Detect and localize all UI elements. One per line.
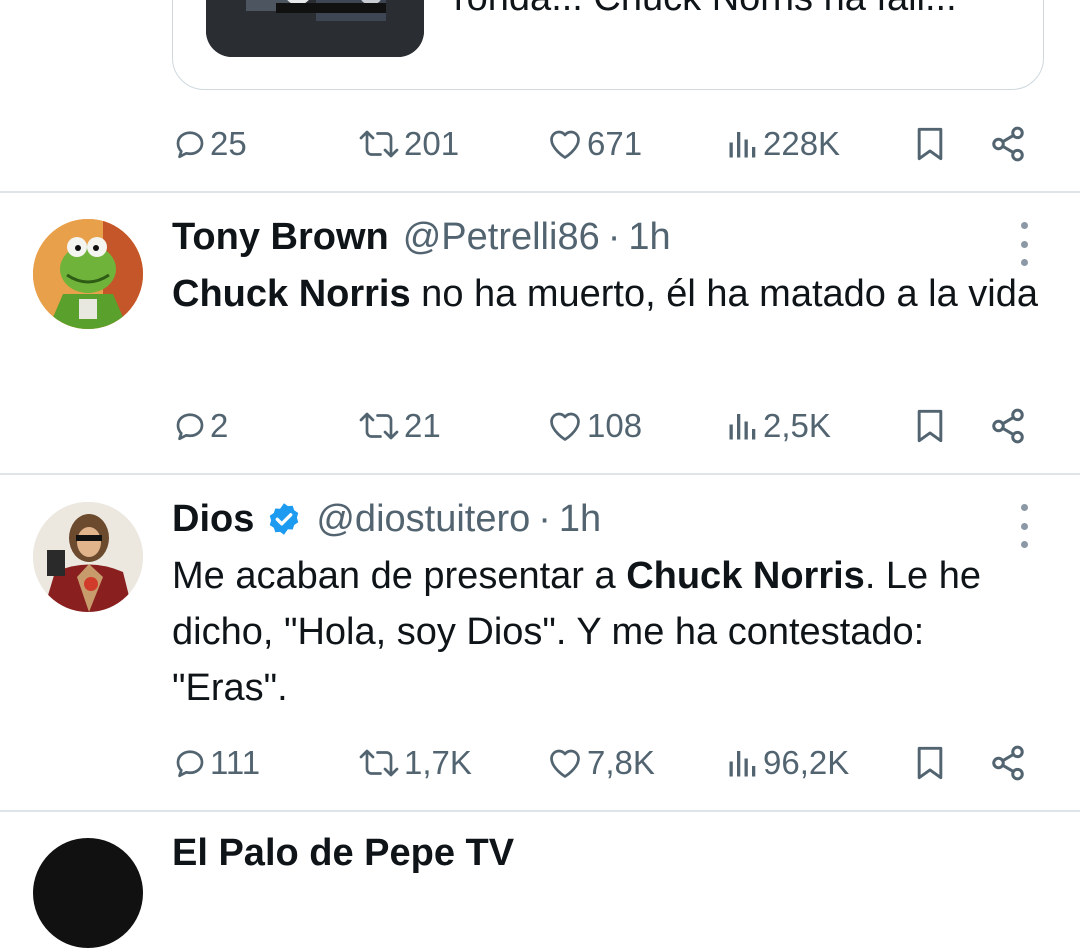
reply-count: 2 [210, 407, 229, 444]
divider [0, 473, 1080, 475]
bookmark-button[interactable] [908, 400, 952, 452]
reply-count: 25 [210, 125, 247, 162]
share-icon [992, 126, 1024, 162]
display-name[interactable]: El Palo de Pepe TV [172, 832, 514, 875]
like-count: 7,8K [587, 744, 655, 781]
more-dot [1020, 222, 1028, 229]
display-name[interactable]: Dios [172, 498, 254, 541]
bookmark-icon [917, 746, 943, 780]
more-dot [1020, 522, 1028, 530]
retweet-button[interactable]: 1,7K [356, 737, 472, 789]
tweet-header: El Palo de Pepe TV [172, 828, 514, 878]
retweet-icon [359, 130, 399, 158]
tweet-text-rest: no ha muerto, él ha matado a la vida [410, 273, 1039, 315]
more-dot [1020, 259, 1028, 266]
reply-icon [176, 413, 204, 441]
retweet-icon [359, 412, 399, 440]
display-name[interactable]: Tony Brown [172, 216, 389, 259]
avatar[interactable] [33, 502, 143, 612]
retweet-count: 1,7K [404, 744, 472, 781]
mention-text: Chuck Norris [172, 273, 411, 315]
heart-icon [550, 412, 580, 441]
separator-dot: · [538, 497, 551, 540]
separator-dot: · [607, 215, 621, 258]
views-button[interactable]: 96,2K [725, 737, 849, 789]
quoted-tweet-image [206, 0, 424, 57]
bookmark-button[interactable] [908, 118, 952, 170]
tweet-text-pre: Me acaban de presentar a [172, 555, 627, 597]
more-options-button[interactable] [1008, 504, 1040, 548]
share-button[interactable] [986, 118, 1030, 170]
view-count: 228K [763, 125, 841, 162]
tweet-actions-1: 25 201 671 228K [0, 118, 1080, 170]
retweet-button[interactable]: 21 [356, 400, 441, 452]
bookmark-button[interactable] [908, 737, 952, 789]
quoted-tweet-card[interactable]: ronda... Chuck Norris ha fall... [172, 0, 1044, 90]
more-options-button[interactable] [1008, 222, 1040, 266]
tweet-text: Me acaban de presentar a Chuck Norris. L… [172, 548, 1042, 716]
retweet-icon [359, 749, 399, 777]
jesus-avatar-image [33, 502, 143, 612]
share-button[interactable] [986, 400, 1030, 452]
reply-button[interactable]: 25 [172, 118, 247, 170]
avatar[interactable] [33, 838, 143, 948]
share-button[interactable] [986, 737, 1030, 789]
reply-button[interactable]: 2 [172, 400, 228, 452]
like-button[interactable]: 108 [545, 400, 642, 452]
like-count: 108 [587, 407, 643, 444]
retweet-count: 21 [404, 407, 441, 444]
avatar[interactable] [33, 219, 143, 329]
quoted-tweet-text: ronda... Chuck Norris ha fall... [454, 0, 957, 20]
reply-icon [176, 750, 204, 778]
more-dot [1020, 541, 1028, 548]
view-count: 2,5K [763, 407, 831, 444]
divider [0, 191, 1080, 193]
timestamp[interactable]: 1h [559, 498, 601, 541]
more-dot [1020, 240, 1028, 248]
like-button[interactable]: 671 [545, 118, 642, 170]
tweet-header: Tony Brown @Petrelli86 · 1h [172, 212, 671, 262]
views-button[interactable]: 2,5K [725, 400, 831, 452]
view-count: 96,2K [763, 744, 850, 781]
tweet-header: Dios @diostuitero · 1h [172, 494, 601, 544]
more-dot [1020, 504, 1028, 511]
share-icon [992, 408, 1024, 444]
like-count: 671 [587, 125, 643, 162]
views-icon [729, 414, 756, 440]
retweet-button[interactable]: 201 [356, 118, 459, 170]
share-icon [992, 745, 1024, 781]
like-button[interactable]: 7,8K [545, 737, 655, 789]
mention-text: Chuck Norris [626, 555, 865, 597]
heart-icon [550, 749, 580, 778]
user-handle[interactable]: @Petrelli86 [403, 216, 600, 259]
heart-icon [550, 130, 580, 159]
tweet-text: Chuck Norris no ha muerto, él ha matado … [172, 266, 1042, 322]
reply-button[interactable]: 111 [172, 737, 260, 789]
views-icon [729, 751, 756, 777]
kermit-avatar-image [33, 219, 143, 329]
reply-icon [176, 131, 204, 159]
verified-badge-icon [270, 503, 299, 535]
retweet-count: 201 [404, 125, 460, 162]
tweet-actions-2: 2 21 108 2,5K [0, 400, 1080, 452]
reply-count: 111 [210, 744, 261, 781]
bookmark-icon [917, 409, 943, 443]
user-handle[interactable]: @diostuitero [316, 498, 530, 541]
bookmark-icon [917, 127, 943, 161]
views-icon [729, 132, 756, 158]
tweet-actions-3: 111 1,7K 7,8K 96,2K [0, 737, 1080, 789]
views-button[interactable]: 228K [725, 118, 840, 170]
divider [0, 810, 1080, 812]
timestamp[interactable]: 1h [628, 216, 670, 259]
